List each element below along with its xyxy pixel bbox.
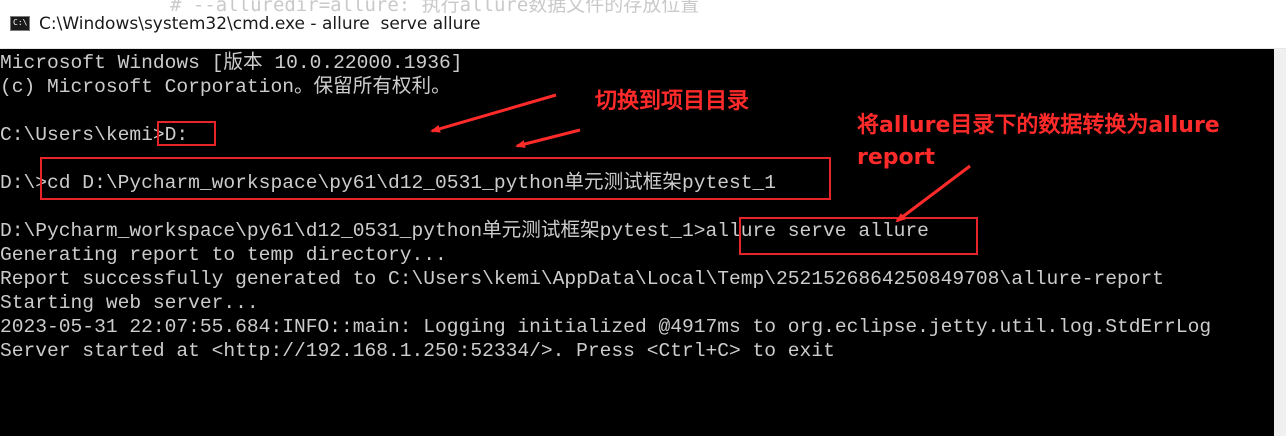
- annotation-switch-dir: 切换到项目目录: [595, 89, 750, 114]
- arrow-to-cd-command: [515, 128, 581, 148]
- annotation-convert-line1: 将allure目录下的数据转换为allure: [857, 113, 1220, 138]
- annotation-convert-line2: report: [857, 145, 935, 170]
- arrow-to-drive-command: [430, 93, 557, 133]
- arrow-to-allure-command: [895, 164, 971, 223]
- annotation-arrows: [430, 93, 971, 223]
